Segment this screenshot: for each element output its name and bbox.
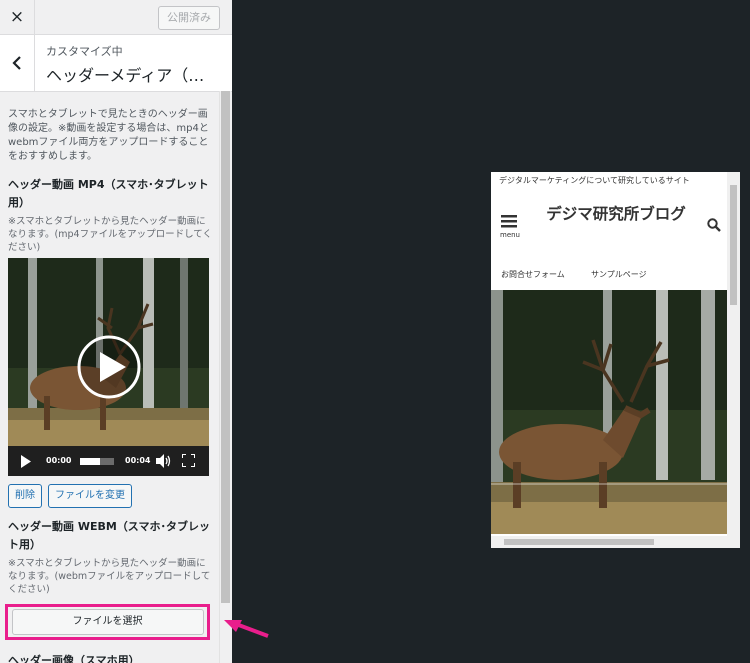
preview-vertical-scrollbar[interactable] [727,172,740,536]
play-icon[interactable] [20,455,32,468]
search-icon[interactable] [707,218,721,232]
close-icon: × [9,7,25,27]
video-player[interactable]: 00:00 00:04 [8,258,209,476]
section-description: スマホとタブレットで見たときのヘッダー画像の設定。※動画を設定する場合は、mp4… [8,109,209,162]
mp4-control-note: ※スマホとタブレットから見たヘッダー動画になります。(mp4ファイルをアップロー… [8,216,213,253]
highlight-box: ファイルを選択 [5,604,210,640]
fullscreen-icon[interactable] [182,454,195,467]
menu-label: menu [500,231,520,239]
customizer-topbar: × 公開済み [0,0,232,35]
mobile-preview: デジタルマーケティングについて研究しているサイト menu デジマ研究所ブログ … [491,172,740,548]
site-title[interactable]: デジマ研究所ブログ [543,200,689,228]
sidebar-scrollbar[interactable] [219,91,231,663]
duration: 00:04 [125,456,151,465]
buffered-fill [80,458,101,465]
nav-link-sample[interactable]: サンプルページ [591,269,647,280]
volume-icon[interactable] [156,454,171,468]
hamburger-icon[interactable] [501,215,517,228]
preview-horizontal-scrollbar-thumb[interactable] [504,539,654,545]
mp4-control-title: ヘッダー動画 MP4（スマホ･タブレット用） [8,178,209,209]
player-control-bar: 00:00 00:04 [8,446,209,476]
nav-link-contact[interactable]: お問合せフォーム [501,269,565,280]
mp4-actions: 削除 ファイルを変更 [8,484,212,508]
change-file-button[interactable]: ファイルを変更 [48,484,132,508]
select-file-button[interactable]: ファイルを選択 [11,609,204,635]
sidebar-scrollbar-thumb[interactable] [221,91,230,603]
publish-button[interactable]: 公開済み [158,6,220,30]
chevron-left-icon [12,56,21,70]
customizer-sidebar: × 公開済み カスタマイズ中 ヘッダーメディア（… スマホとタブレットで見たとき… [0,0,232,663]
pointer-arrow-icon [224,620,269,638]
webm-control-note: ※スマホとタブレットから見たヘッダー動画になります。(webmファイルをアップロ… [8,558,211,595]
controls-panel: スマホとタブレットで見たときのヘッダー画像の設定。※動画を設定する場合は、mp4… [8,108,212,600]
site-tagline: デジタルマーケティングについて研究しているサイト [499,176,690,185]
remove-button[interactable]: 削除 [8,484,42,508]
back-button[interactable] [0,35,35,91]
webm-control-title: ヘッダー動画 WEBM（スマホ･タブレット用） [8,520,210,551]
section-title: ヘッダーメディア（… [46,66,205,85]
breadcrumb: カスタマイズ中 [46,45,123,58]
progress-track[interactable] [80,458,114,465]
video-thumbnail [8,258,209,446]
preview-horizontal-scrollbar[interactable] [491,536,740,548]
current-time: 00:00 [46,456,72,465]
section-header: カスタマイズ中 ヘッダーメディア（… [0,35,232,92]
close-button[interactable]: × [0,0,35,34]
header-image-control-title: ヘッダー画像（スマホ用） [8,654,140,663]
preview-vertical-scrollbar-thumb[interactable] [730,185,737,305]
header-video-frame [491,290,727,534]
